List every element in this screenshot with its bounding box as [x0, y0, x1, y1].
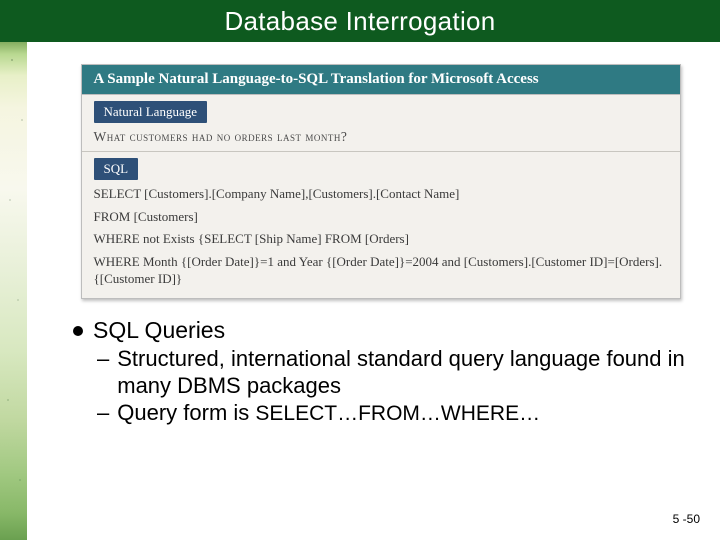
bullet-icon — [73, 326, 83, 336]
sql-line: WHERE Month {[Order Date]}=1 and Year {[… — [82, 250, 680, 298]
sub-bullet-text: Structured, international standard query… — [117, 346, 692, 400]
slide-title: Database Interrogation — [224, 6, 495, 37]
dash-icon: – — [97, 346, 109, 373]
sub2-prefix: Query form is — [117, 400, 255, 425]
bullet-block: SQL Queries – Structured, international … — [69, 317, 692, 427]
sub-bullet-text: Query form is SELECT…FROM…WHERE… — [117, 400, 540, 427]
sql-line: SELECT [Customers].[Company Name],[Custo… — [82, 182, 680, 205]
decorative-left-strip — [0, 0, 27, 540]
sql-line: WHERE not Exists {SELECT [Ship Name] FRO… — [82, 227, 680, 250]
bullet-heading: SQL Queries — [93, 317, 225, 344]
slide-content: A Sample Natural Language-to-SQL Transla… — [27, 42, 720, 540]
bullet-row: SQL Queries — [73, 317, 692, 344]
sql-line: FROM [Customers] — [82, 205, 680, 228]
natural-language-badge: Natural Language — [94, 101, 207, 123]
dash-icon: – — [97, 400, 109, 427]
page-number: 5 -50 — [673, 512, 700, 526]
sql-form-text: SELECT…FROM…WHERE… — [255, 402, 540, 425]
natural-language-question: What customers had no orders last month? — [82, 125, 680, 152]
sub-bullet-row: – Structured, international standard que… — [73, 346, 692, 400]
figure-title: A Sample Natural Language-to-SQL Transla… — [82, 65, 680, 95]
figure-box: A Sample Natural Language-to-SQL Transla… — [81, 64, 681, 299]
strip-texture — [2, 0, 25, 540]
slide-title-bar: Database Interrogation — [0, 0, 720, 42]
sql-badge: SQL — [94, 158, 139, 180]
sub-bullet-row: – Query form is SELECT…FROM…WHERE… — [73, 400, 692, 427]
